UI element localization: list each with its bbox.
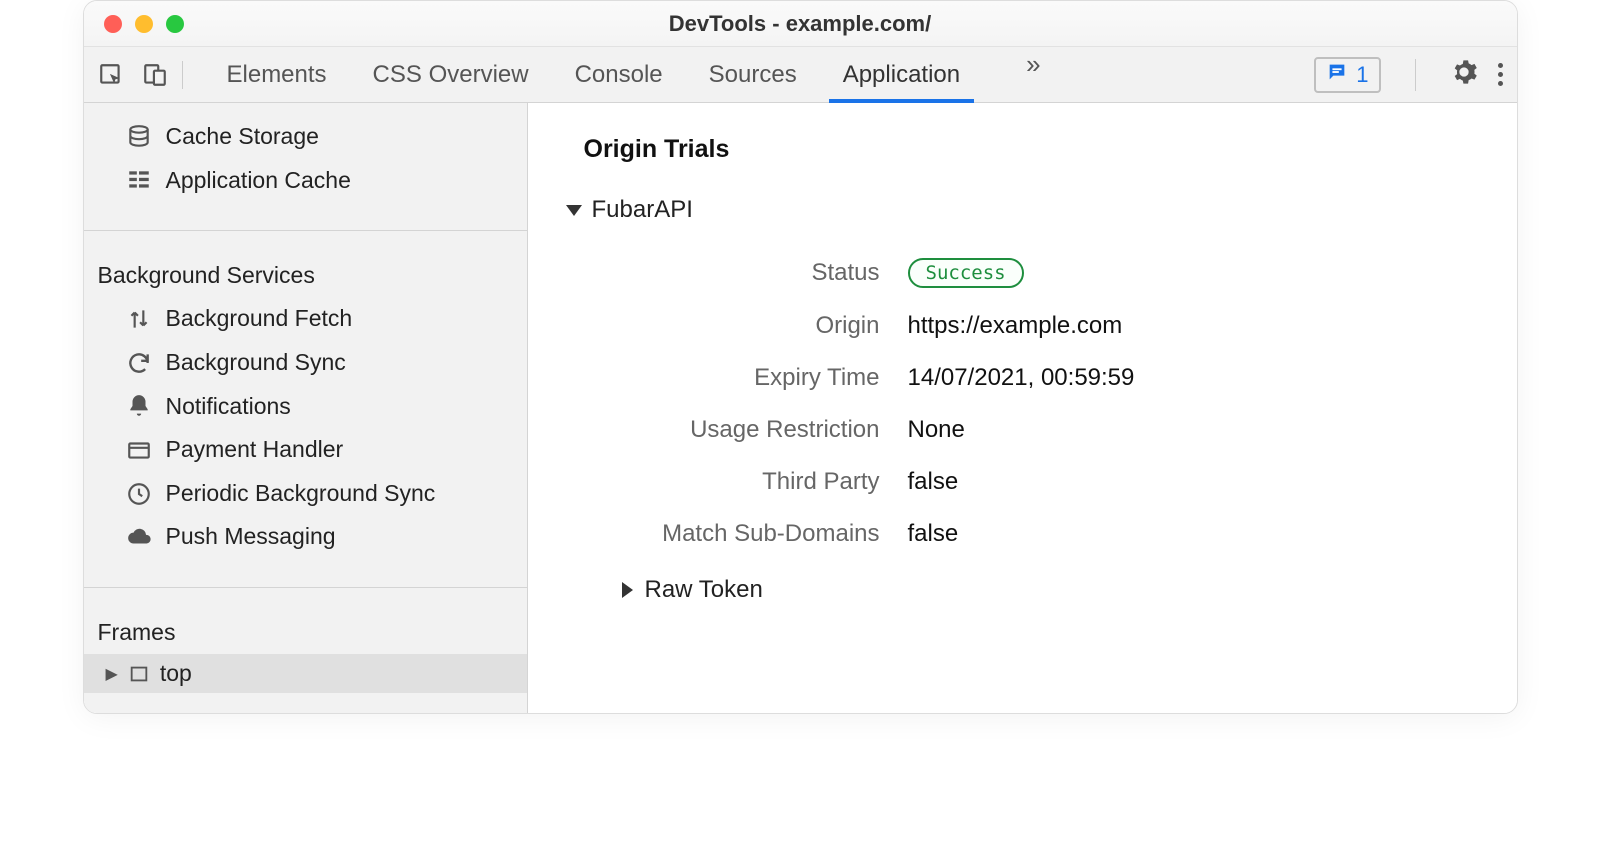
settings-button[interactable]	[1450, 58, 1478, 91]
subdomains-label: Match Sub-Domains	[608, 520, 908, 548]
disclosure-triangle-icon: ▶	[106, 664, 118, 684]
row-origin: Origin https://example.com	[608, 300, 1477, 352]
sync-icon	[126, 350, 152, 376]
row-third-party: Third Party false	[608, 456, 1477, 508]
devtools-window: DevTools - example.com/ Elements CSS Ove…	[83, 0, 1518, 714]
row-expiry: Expiry Time 14/07/2021, 00:59:59	[608, 352, 1477, 404]
more-options-button[interactable]	[1498, 63, 1503, 86]
sidebar-item-label: Application Cache	[166, 163, 351, 199]
third-party-value: false	[908, 468, 959, 496]
usage-label: Usage Restriction	[608, 416, 908, 444]
sidebar-item-label: Notifications	[166, 389, 291, 425]
main-panel: Origin Trials FubarAPI Status Success Or…	[528, 103, 1517, 713]
expiry-label: Expiry Time	[608, 364, 908, 392]
sidebar-item-cache-storage[interactable]: Cache Storage	[84, 115, 527, 159]
titlebar: DevTools - example.com/	[84, 1, 1517, 47]
trial-details: Status Success Origin https://example.co…	[608, 246, 1477, 560]
sidebar-item-frame-top[interactable]: ▶ top	[84, 654, 527, 693]
issues-count: 1	[1356, 62, 1368, 88]
panel-body: Cache Storage Application Cache Backgrou…	[84, 103, 1517, 713]
sidebar-item-label: Payment Handler	[166, 432, 344, 468]
cloud-icon	[126, 524, 152, 550]
sidebar-item-payment-handler[interactable]: Payment Handler	[84, 428, 527, 472]
expiry-value: 14/07/2021, 00:59:59	[908, 364, 1135, 392]
row-match-subdomains: Match Sub-Domains false	[608, 508, 1477, 560]
origin-label: Origin	[608, 312, 908, 340]
more-tabs-icon[interactable]: »	[1026, 49, 1040, 101]
database-icon	[126, 124, 152, 150]
sidebar-item-application-cache[interactable]: Application Cache	[84, 159, 527, 203]
origin-value: https://example.com	[908, 312, 1123, 340]
raw-token-toggle[interactable]: Raw Token	[622, 576, 1477, 604]
row-usage-restriction: Usage Restriction None	[608, 404, 1477, 456]
frame-label: top	[160, 660, 192, 687]
device-toggle-icon[interactable]	[142, 62, 168, 88]
sidebar-section-background-services: Background Fetch Background Sync Notific…	[84, 297, 527, 559]
inspect-element-icon[interactable]	[98, 62, 124, 88]
sidebar-item-periodic-background-sync[interactable]: Periodic Background Sync	[84, 472, 527, 516]
sidebar-heading-frames: Frames	[84, 607, 527, 654]
sidebar-item-label: Periodic Background Sync	[166, 476, 436, 512]
toolbar-divider	[182, 61, 183, 89]
sidebar-item-label: Background Fetch	[166, 301, 353, 337]
trial-name: FubarAPI	[592, 196, 693, 224]
panel-tabs: Elements CSS Overview Console Sources Ap…	[227, 49, 1315, 101]
updown-arrows-icon	[126, 306, 152, 332]
sidebar-item-label: Push Messaging	[166, 519, 336, 555]
tab-application[interactable]: Application	[843, 49, 960, 101]
status-badge: Success	[908, 258, 1024, 288]
panel-title: Origin Trials	[584, 135, 1477, 164]
issues-button[interactable]: 1	[1314, 57, 1380, 93]
minimize-window-button[interactable]	[135, 15, 153, 33]
raw-token-label: Raw Token	[645, 576, 763, 604]
disclosure-triangle-down-icon	[566, 205, 582, 216]
credit-card-icon	[126, 437, 152, 463]
tab-console[interactable]: Console	[575, 49, 663, 101]
subdomains-value: false	[908, 520, 959, 548]
third-party-label: Third Party	[608, 468, 908, 496]
tab-css-overview[interactable]: CSS Overview	[373, 49, 529, 101]
tab-elements[interactable]: Elements	[227, 49, 327, 101]
status-label: Status	[608, 259, 908, 287]
window-title: DevTools - example.com/	[84, 11, 1517, 37]
tab-sources[interactable]: Sources	[709, 49, 797, 101]
toolbar-divider-2	[1415, 59, 1416, 91]
sidebar-item-push-messaging[interactable]: Push Messaging	[84, 515, 527, 559]
trial-toggle[interactable]: FubarAPI	[566, 196, 1477, 224]
sidebar-item-label: Background Sync	[166, 345, 346, 381]
clock-icon	[126, 481, 152, 507]
sidebar-item-background-fetch[interactable]: Background Fetch	[84, 297, 527, 341]
sidebar-section-cache: Cache Storage Application Cache	[84, 115, 527, 202]
sidebar: Cache Storage Application Cache Backgrou…	[84, 103, 528, 713]
frame-icon	[128, 663, 150, 685]
bell-icon	[126, 393, 152, 419]
usage-value: None	[908, 416, 965, 444]
sidebar-item-label: Cache Storage	[166, 119, 319, 155]
traffic-lights	[84, 15, 184, 33]
close-window-button[interactable]	[104, 15, 122, 33]
disclosure-triangle-right-icon	[622, 582, 633, 598]
zoom-window-button[interactable]	[166, 15, 184, 33]
grid-icon	[126, 167, 152, 193]
chat-icon	[1326, 61, 1348, 89]
sidebar-heading-background-services: Background Services	[84, 250, 527, 297]
devtools-toolbar: Elements CSS Overview Console Sources Ap…	[84, 47, 1517, 103]
row-status: Status Success	[608, 246, 1477, 300]
sidebar-item-background-sync[interactable]: Background Sync	[84, 341, 527, 385]
sidebar-item-notifications[interactable]: Notifications	[84, 385, 527, 429]
